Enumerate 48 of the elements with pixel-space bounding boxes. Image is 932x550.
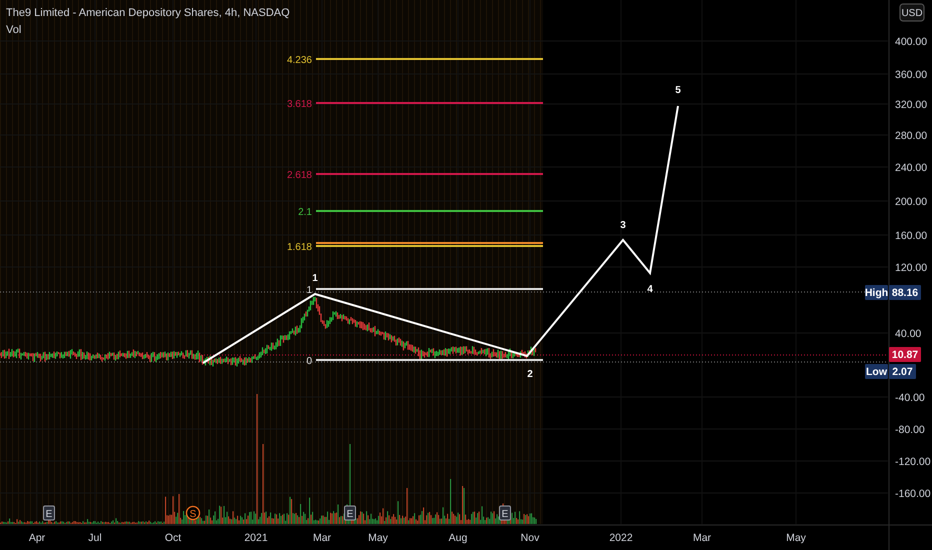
price-axis-label: 200.00 (895, 196, 928, 208)
split-marker[interactable]: S (186, 506, 200, 520)
time-axis-label: Apr (28, 532, 46, 544)
price-axis-label: -40.00 (895, 392, 925, 404)
price-axis-label: -160.00 (895, 488, 931, 500)
earnings-marker[interactable]: E (43, 506, 55, 520)
time-axis-label: Aug (448, 532, 468, 544)
price-axis-label: -120.00 (895, 456, 931, 468)
time-axis-label: Oct (164, 532, 182, 544)
wave-label: 1 (312, 273, 318, 284)
time-axis-label: Mar (312, 532, 332, 544)
currency-button[interactable]: USD (900, 4, 924, 22)
price-marker-badge: 88.16 (889, 285, 921, 300)
price-marker-badge: 2.07 (889, 364, 916, 379)
price-axis-label: 160.00 (895, 230, 928, 242)
price-axis-label: 320.00 (895, 99, 928, 111)
price-marker-tag: Low (865, 364, 888, 379)
wave-label: 2 (527, 369, 533, 380)
fib-level-label: 2.618 (286, 170, 312, 181)
time-axis-label: Jul (88, 532, 102, 544)
price-marker-tag: High (864, 285, 888, 300)
time-axis-label: 2021 (244, 532, 268, 544)
wave-label: 4 (647, 284, 653, 295)
fib-level-label: 1.618 (286, 242, 312, 253)
price-axis-label: 360.00 (895, 69, 928, 81)
price-axis-label: 120.00 (895, 262, 928, 274)
earnings-marker[interactable]: E (499, 506, 511, 520)
price-axis-label: 240.00 (895, 162, 928, 174)
fib-level-label: 3.618 (286, 99, 312, 110)
fib-level-label: 1 (306, 285, 312, 296)
price-axis-label: 280.00 (895, 130, 928, 142)
fib-level-label: 4.236 (286, 55, 312, 66)
time-axis-label: May (786, 532, 806, 544)
chart-title: The9 Limited - American Depository Shares, 4h, NASDAQ (6, 7, 290, 19)
wave-label: 5 (675, 85, 681, 96)
fib-level-label: 2.1 (298, 207, 312, 218)
volume-indicator-label: Vol (6, 24, 22, 36)
time-axis-label: May (368, 532, 388, 544)
price-axis-label: 40.00 (895, 328, 922, 340)
time-axis-label: Mar (692, 532, 712, 544)
time-axis-label: Nov (520, 532, 540, 544)
time-axis-label: 2022 (609, 532, 633, 544)
price-axis-label: -80.00 (895, 424, 925, 436)
price-axis-label: 400.00 (895, 36, 928, 48)
fib-level-label: 0 (306, 356, 312, 367)
earnings-marker[interactable]: E (344, 506, 356, 520)
price-marker-badge: 10.87 (889, 347, 921, 362)
wave-label: 3 (620, 220, 626, 231)
